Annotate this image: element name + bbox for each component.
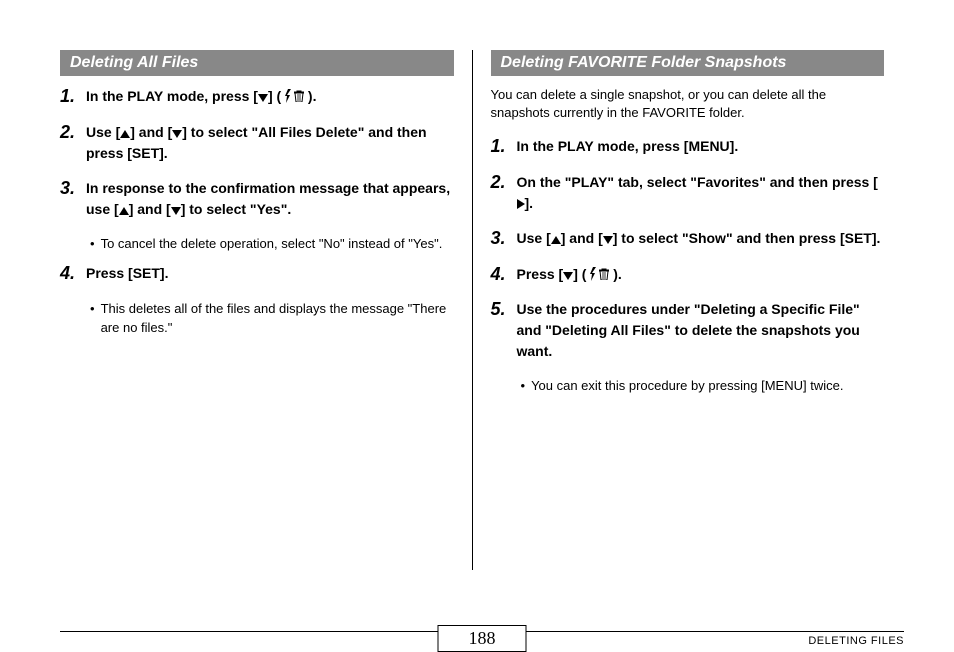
step-item: 1.In the PLAY mode, press [] ( ).	[60, 86, 454, 108]
page-footer: 188 DELETING FILES	[60, 631, 904, 634]
step-text: Use [] and [] to select "All Files Delet…	[86, 122, 454, 164]
down-arrow-icon	[603, 236, 613, 244]
step-text: In the PLAY mode, press [] ( ).	[86, 86, 454, 107]
step-text: On the "PLAY" tab, select "Favorites" an…	[517, 172, 885, 214]
right-column: Deleting FAVORITE Folder Snapshots You c…	[473, 50, 905, 580]
bullet-text: You can exit this procedure by pressing …	[525, 376, 885, 396]
step-item: 2.On the "PLAY" tab, select "Favorites" …	[491, 172, 885, 214]
up-arrow-icon	[551, 236, 561, 244]
bullet-text: To cancel the delete operation, select "…	[94, 234, 454, 254]
step-text: In response to the confirmation message …	[86, 178, 454, 220]
step-number: 1.	[491, 136, 517, 158]
left-column: Deleting All Files 1.In the PLAY mode, p…	[60, 50, 472, 580]
bullet-text: This deletes all of the files and displa…	[94, 299, 454, 338]
step-text: Use [] and [] to select "Show" and then …	[517, 228, 885, 249]
step-text: Press [] ( ).	[517, 264, 885, 285]
step-number: 4.	[491, 264, 517, 286]
down-arrow-icon	[172, 130, 182, 138]
down-arrow-icon	[563, 272, 573, 280]
step-number: 2.	[491, 172, 517, 194]
step-number: 2.	[60, 122, 86, 144]
step-item: 2.Use [] and [] to select "All Files Del…	[60, 122, 454, 164]
up-arrow-icon	[120, 130, 130, 138]
step-item: 4.Press [SET].	[60, 263, 454, 285]
step-text: In the PLAY mode, press [MENU].	[517, 136, 885, 157]
step-item: 1.In the PLAY mode, press [MENU].	[491, 136, 885, 158]
down-arrow-icon	[171, 207, 181, 215]
step-text: Press [SET].	[86, 263, 454, 284]
step-number: 3.	[491, 228, 517, 250]
flash-trash-icon	[285, 89, 304, 103]
section-header-right: Deleting FAVORITE Folder Snapshots	[491, 50, 885, 76]
page-number: 188	[438, 625, 527, 652]
step-item: 3.Use [] and [] to select "Show" and the…	[491, 228, 885, 250]
up-arrow-icon	[119, 207, 129, 215]
section-header-left: Deleting All Files	[60, 50, 454, 76]
step-number: 3.	[60, 178, 86, 200]
flash-trash-icon	[590, 267, 609, 281]
footer-section-label: DELETING FILES	[808, 635, 904, 647]
step-number: 5.	[491, 299, 517, 321]
right-arrow-icon	[517, 199, 525, 209]
intro-text: You can delete a single snapshot, or you…	[491, 86, 885, 122]
step-item: 4.Press [] ( ).	[491, 264, 885, 286]
step-text: Use the procedures under "Deleting a Spe…	[517, 299, 885, 362]
step-item: 3.In response to the confirmation messag…	[60, 178, 454, 220]
step-item: 5.Use the procedures under "Deleting a S…	[491, 299, 885, 362]
down-arrow-icon	[258, 94, 268, 102]
step-number: 4.	[60, 263, 86, 285]
step-number: 1.	[60, 86, 86, 108]
